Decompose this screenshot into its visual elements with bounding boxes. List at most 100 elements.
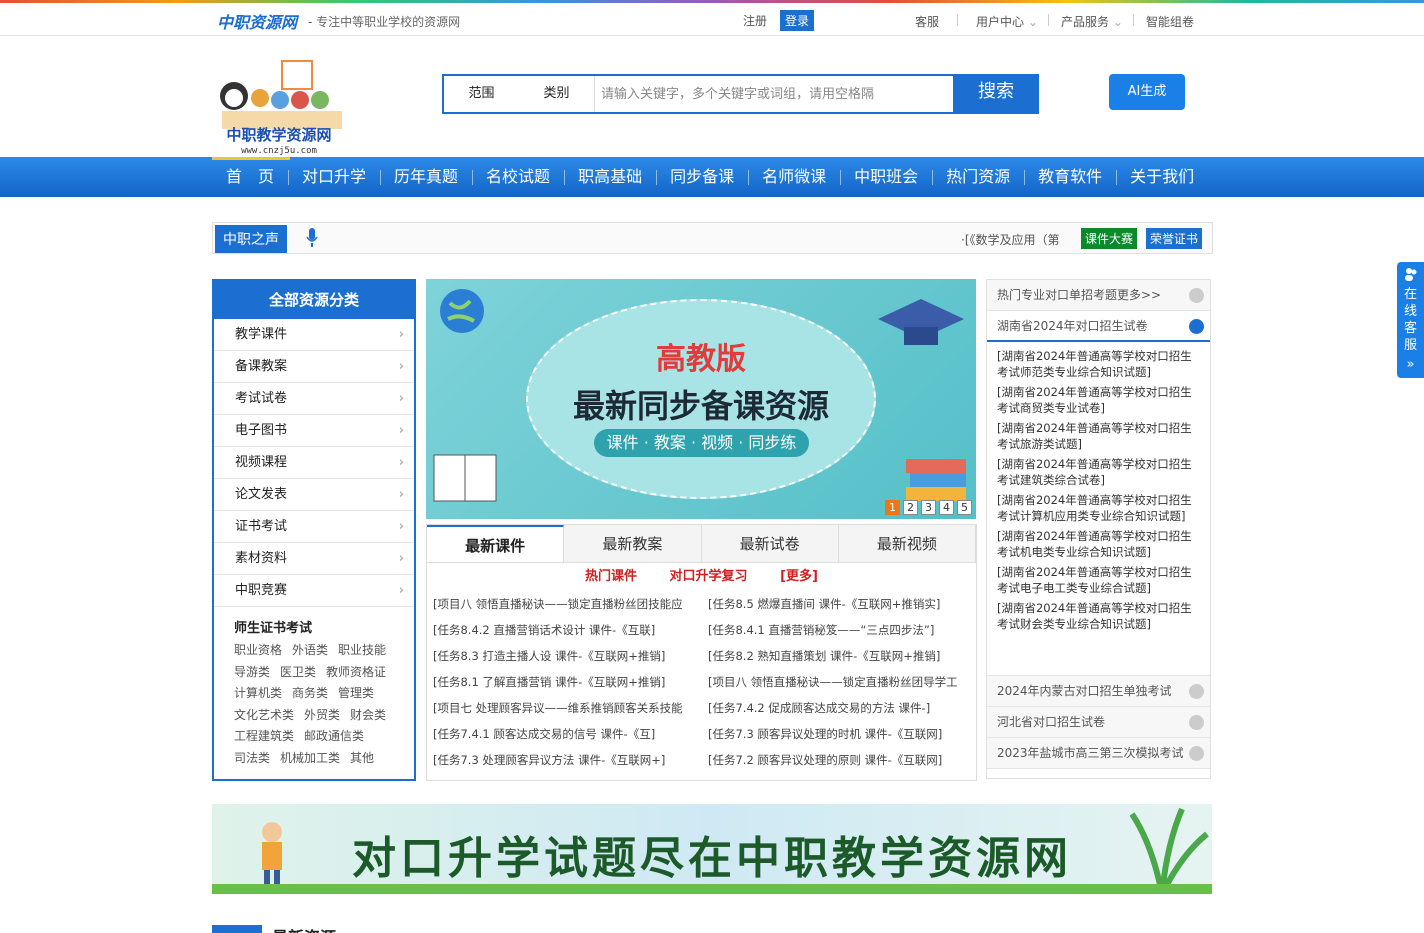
accordion-header[interactable]: 热门专业对口单招考题更多>>: [987, 280, 1210, 311]
cert-link[interactable]: 计算机类: [234, 683, 282, 705]
cert-link[interactable]: 工程建筑类: [234, 726, 294, 748]
cert-link[interactable]: 财会类: [350, 705, 386, 727]
list-item[interactable]: [任务7.4.2 促成顾客达成交易的方法 课件-]: [708, 695, 978, 721]
list-item[interactable]: [任务7.3 顾客异议处理的时机 课件-《互联网]: [708, 721, 978, 747]
tab-latest-exams[interactable]: 最新试卷: [702, 525, 839, 562]
cert-link[interactable]: 教师资格证: [326, 662, 386, 684]
category-select[interactable]: 类别: [519, 76, 594, 112]
category-item[interactable]: 视频课程: [214, 447, 414, 479]
exam-link[interactable]: [湖南省2024年普通高等学校对口招生考试商贸类专业试卷]: [987, 382, 1210, 418]
register-link[interactable]: 注册: [743, 12, 767, 29]
category-item[interactable]: 教学课件: [214, 319, 414, 351]
service-link[interactable]: 客服: [915, 13, 939, 30]
list-item[interactable]: [任务8.1 了解直播营销 课件-《互联网+推销]: [433, 669, 708, 695]
cert-link[interactable]: 机械加工类: [280, 748, 340, 770]
scope-select[interactable]: 范围: [444, 76, 519, 112]
hero-carousel[interactable]: 高教版 最新同步备课资源 课件 · 教案 · 视频 · 同步练 1 2 3 4 …: [426, 279, 976, 519]
list-item[interactable]: [任务8.4.1 直播营销秘笈——“三点四步法”]: [708, 617, 978, 643]
list-item[interactable]: [任务8.4.2 直播营销话术设计 课件-《互联]: [433, 617, 708, 643]
tab-latest-videos[interactable]: 最新视频: [839, 525, 976, 562]
category-item[interactable]: 电子图书: [214, 415, 414, 447]
cert-link[interactable]: 司法类: [234, 748, 270, 770]
list-item[interactable]: [任务7.2 顾客异议处理的原则 课件-《互联网]: [708, 747, 978, 773]
hot-links: 热门课件 对口升学复习 [更多]: [427, 563, 976, 591]
accordion-header-active[interactable]: 湖南省2024年对口招生试卷: [987, 311, 1210, 342]
list-item[interactable]: [任务8.3 打造主播人设 课件-《互联网+推销]: [433, 643, 708, 669]
banner-line3: 课件 · 教案 · 视频 · 同步练: [594, 429, 809, 457]
cert-link[interactable]: 文化艺术类: [234, 705, 294, 727]
category-item[interactable]: 证书考试: [214, 511, 414, 543]
voice-title[interactable]: 中职之声: [215, 225, 287, 253]
books-stack-icon: [906, 459, 966, 501]
nav-lesson-prep[interactable]: 同步备课: [656, 157, 748, 197]
book-icon: [433, 454, 497, 502]
list-item[interactable]: [项目八 领悟直播秘诀——锁定直播粉丝团技能应: [433, 591, 708, 617]
exam-link[interactable]: [湖南省2024年普通高等学校对口招生考试建筑类综合试卷]: [987, 454, 1210, 490]
cert-link[interactable]: 邮政通信类: [304, 726, 364, 748]
nav-past-exams[interactable]: 历年真题: [380, 157, 472, 197]
tab-latest-courseware[interactable]: 最新课件: [427, 525, 565, 562]
nav-basics[interactable]: 职高基础: [564, 157, 656, 197]
category-item[interactable]: 考试试卷: [214, 383, 414, 415]
list-item[interactable]: [项目八 领悟直播秘诀——锁定直播粉丝团导学工: [708, 669, 978, 695]
search-button[interactable]: 搜索: [953, 74, 1039, 114]
tab-latest-lesson-plans[interactable]: 最新教案: [564, 525, 702, 562]
topbar-logo[interactable]: 中职资源网: [217, 9, 297, 33]
review-link[interactable]: 对口升学复习: [670, 569, 748, 584]
news-ticker[interactable]: ·[《数学及应用（第: [961, 231, 1060, 248]
category-item[interactable]: 备课教案: [214, 351, 414, 383]
smart-exam-link[interactable]: 智能组卷: [1146, 13, 1194, 30]
category-item[interactable]: 素材资料: [214, 543, 414, 575]
nav-about[interactable]: 关于我们: [1116, 157, 1208, 197]
carousel-page-3[interactable]: 3: [921, 500, 936, 515]
list-item[interactable]: [任务8.5 燃爆直播间 课件-《互联网+推销实]: [708, 591, 978, 617]
promo-banner[interactable]: 对口升学试题尽在中职教学资源网: [212, 804, 1212, 894]
honor-certificate-badge[interactable]: 荣誉证书: [1146, 228, 1203, 249]
list-item[interactable]: [任务7.4.1 顾客达成交易的信号 课件-《互]: [433, 721, 708, 747]
exam-link[interactable]: [湖南省2024年普通高等学校对口招生考试机电类专业综合知识试题]: [987, 526, 1210, 562]
carousel-page-5[interactable]: 5: [957, 500, 972, 515]
courseware-contest-badge[interactable]: 课件大赛: [1081, 228, 1138, 249]
divider: [1133, 14, 1134, 26]
exam-link[interactable]: [湖南省2024年普通高等学校对口招生考试财会类专业综合知识试题]: [987, 598, 1210, 634]
accordion-header[interactable]: 2023年盐城市高三第三次模拟考试: [987, 738, 1210, 769]
cert-link[interactable]: 其他: [350, 748, 374, 770]
cert-link[interactable]: 管理类: [338, 683, 374, 705]
category-item[interactable]: 中职竞赛: [214, 575, 414, 607]
nav-micro-lessons[interactable]: 名师微课: [748, 157, 840, 197]
online-service-float[interactable]: 在线客服 »: [1397, 262, 1424, 378]
carousel-page-4[interactable]: 4: [939, 500, 954, 515]
nav-home[interactable]: 首 页: [212, 157, 288, 197]
login-button[interactable]: 登录: [780, 10, 815, 31]
nav-school-exams[interactable]: 名校试题: [472, 157, 564, 197]
list-item[interactable]: [任务7.3 处理顾客异议方法 课件-《互联网+]: [433, 747, 708, 773]
hot-courseware-link[interactable]: 热门课件: [585, 569, 637, 584]
products-menu[interactable]: 产品服务 ⌄: [1061, 13, 1123, 30]
exam-link[interactable]: [湖南省2024年普通高等学校对口招生考试计算机应用类专业综合知识试题]: [987, 490, 1210, 526]
exam-link[interactable]: [湖南省2024年普通高等学校对口招生考试师范类专业综合知识试题]: [987, 346, 1210, 382]
accordion-header[interactable]: 2024年内蒙古对口招生单独考试: [987, 676, 1210, 707]
more-link[interactable]: [更多]: [780, 569, 818, 584]
user-center-menu[interactable]: 用户中心 ⌄: [976, 13, 1038, 30]
carousel-page-1[interactable]: 1: [885, 500, 900, 515]
list-item[interactable]: [项目七 处理顾客异议——维系推销顾客关系技能: [433, 695, 708, 721]
nav-hot-resources[interactable]: 热门资源: [932, 157, 1024, 197]
cert-link[interactable]: 医卫类: [280, 662, 316, 684]
cert-link[interactable]: 外贸类: [304, 705, 340, 727]
exam-link[interactable]: [湖南省2024年普通高等学校对口招生考试电子电工类专业综合试题]: [987, 562, 1210, 598]
cert-link[interactable]: 商务类: [292, 683, 328, 705]
category-item[interactable]: 论文发表: [214, 479, 414, 511]
carousel-page-2[interactable]: 2: [903, 500, 918, 515]
cert-link[interactable]: 外语类: [292, 640, 328, 662]
nav-class-meeting[interactable]: 中职班会: [840, 157, 932, 197]
list-item[interactable]: [任务8.2 熟知直播策划 课件-《互联网+推销]: [708, 643, 978, 669]
accordion-header[interactable]: 河北省对口招生试卷: [987, 707, 1210, 738]
exam-link[interactable]: [湖南省2024年普通高等学校对口招生考试旅游类试题]: [987, 418, 1210, 454]
cert-link[interactable]: 导游类: [234, 662, 270, 684]
cert-link[interactable]: 职业技能: [338, 640, 386, 662]
nav-edu-software[interactable]: 教育软件: [1024, 157, 1116, 197]
ai-generate-button[interactable]: AI生成: [1109, 74, 1185, 110]
search-input[interactable]: 请输入关键字，多个关键字或词组，请用空格隔: [594, 76, 953, 112]
nav-counterpart-admission[interactable]: 对口升学: [288, 157, 380, 197]
cert-link[interactable]: 职业资格: [234, 640, 282, 662]
